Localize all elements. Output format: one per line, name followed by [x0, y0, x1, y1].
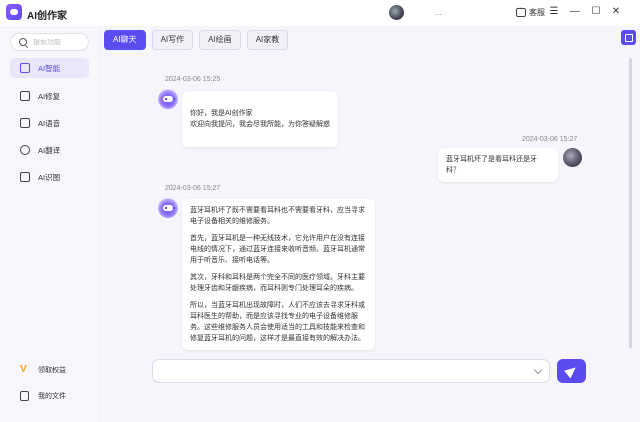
file-icon — [20, 391, 29, 401]
sidebar-item-ai-translate[interactable]: AI翻译 — [10, 140, 89, 160]
customer-service-label: 客服 — [529, 8, 545, 17]
sidebar-item-label: AI修复 — [38, 91, 61, 101]
message-timestamp: 2024-03-06 15:25 — [165, 76, 221, 83]
sidebar-item-ai-repair[interactable]: AI修复 — [10, 86, 89, 106]
panel-toggle-icon[interactable] — [621, 30, 636, 45]
user-message: 蓝牙耳机坏了是看耳科还是牙科？ — [438, 148, 558, 182]
minimize-button[interactable]: — — [569, 6, 581, 18]
claim-benefits-label: 领取权益 — [38, 367, 66, 374]
chat-area: 2024-03-06 15:25 你好，我是AI创作家 欢迎向我提问，我会尽我所… — [100, 56, 640, 356]
app-title: AI创作家 — [27, 11, 67, 22]
user-name[interactable]: ... — [435, 8, 442, 17]
repair-icon — [20, 91, 30, 101]
user-avatar — [563, 148, 582, 167]
bot-message: 蓝牙耳机坏了既不需要看耳科也不需要看牙科，应当寻求电子设备相关的维修服务。 首先… — [182, 199, 375, 350]
main-panel: AI聊天 AI写作 AI绘画 AI家教 2024-03-06 15:25 你好，… — [100, 26, 640, 422]
menu-button[interactable]: ☰ — [548, 6, 560, 18]
message-paragraph: 其次，牙科和耳科是两个完全不同的医疗领域。牙科主要处理牙齿和牙龈疾病，而耳科则专… — [190, 274, 365, 292]
search-input[interactable] — [33, 38, 83, 46]
translate-icon — [20, 145, 30, 155]
voice-icon — [20, 118, 30, 128]
message-paragraph: 所以，当蓝牙耳机出现故障时，人们不应该去寻求牙科或耳科医生的帮助，而是应该寻找专… — [190, 302, 365, 342]
sidebar-item-ai-voice[interactable]: AI语音 — [10, 113, 89, 133]
message-timestamp: 2024-03-06 15:27 — [165, 185, 221, 192]
tab-ai-tutor[interactable]: AI家教 — [246, 30, 289, 50]
search-box[interactable] — [10, 33, 89, 51]
message-composer[interactable] — [152, 359, 550, 383]
sidebar-item-label: AI语音 — [38, 118, 61, 128]
chat-scrollbar[interactable] — [629, 58, 632, 348]
claim-benefits-button[interactable]: V 领取权益 — [10, 362, 89, 378]
user-avatar[interactable] — [389, 5, 404, 20]
my-files-button[interactable]: 我的文件 — [10, 388, 89, 404]
tab-ai-chat[interactable]: AI聊天 — [104, 30, 146, 50]
sidebar-item-label: AI识图 — [38, 172, 61, 182]
my-files-label: 我的文件 — [38, 393, 66, 400]
send-button[interactable] — [557, 359, 586, 383]
bot-avatar-icon — [158, 198, 178, 218]
image-recognition-icon — [20, 172, 30, 182]
vip-icon: V — [20, 364, 27, 375]
message-timestamp: 2024-03-06 15:27 — [522, 136, 578, 143]
sidebar-item-ai-smart[interactable]: AI智能 — [10, 58, 89, 78]
sidebar-item-ai-image-recognition[interactable]: AI识图 — [10, 167, 89, 187]
search-icon — [19, 38, 27, 46]
close-button[interactable]: ✕ — [610, 6, 622, 18]
maximize-button[interactable]: ☐ — [590, 6, 602, 18]
sidebar-item-label: AI智能 — [38, 63, 61, 73]
message-input[interactable] — [161, 360, 531, 382]
chevron-down-icon[interactable] — [533, 365, 543, 375]
send-icon — [564, 363, 579, 379]
bot-avatar-icon — [158, 89, 178, 109]
customer-service-button[interactable]: 客服 — [516, 5, 545, 18]
chat-icon — [516, 5, 526, 17]
sidebar-item-label: AI翻译 — [38, 145, 61, 155]
robot-icon — [20, 63, 30, 73]
sidebar: AI智能 AI修复 AI语音 AI翻译 AI识图 V 领取权益 我的文件 — [0, 26, 100, 422]
message-text: 蓝牙耳机坏了是看耳科还是牙科？ — [446, 156, 537, 174]
message-paragraph: 首先，蓝牙耳机是一种无线技术，它允许用户在没有连接电线的情况下，通过蓝牙连接来收… — [190, 235, 365, 264]
tab-ai-painting[interactable]: AI绘画 — [199, 30, 241, 50]
bot-message: 你好，我是AI创作家 欢迎向我提问，我会尽我所能，为你答疑解惑 — [182, 91, 338, 147]
app-logo-icon — [6, 4, 22, 20]
tab-bar: AI聊天 AI写作 AI绘画 AI家教 — [104, 30, 289, 50]
message-paragraph: 蓝牙耳机坏了既不需要看耳科也不需要看牙科，应当寻求电子设备相关的维修服务。 — [190, 207, 365, 225]
message-text: 你好，我是AI创作家 欢迎向我提问，我会尽我所能，为你答疑解惑 — [190, 110, 330, 128]
title-bar: AI创作家 ... 客服 ☰ — ☐ ✕ — [0, 0, 640, 26]
tab-ai-writing[interactable]: AI写作 — [151, 30, 194, 50]
